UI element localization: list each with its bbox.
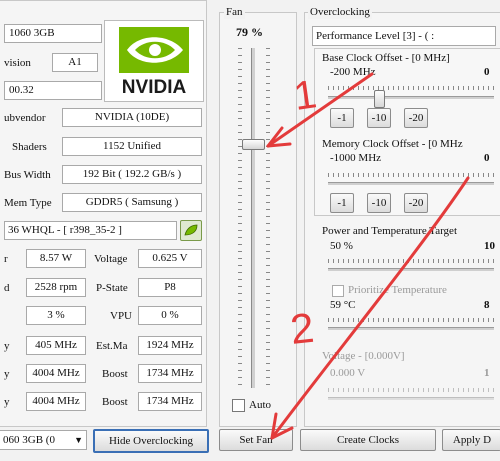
annotation-arrow-1 — [266, 72, 374, 148]
annotation-overlay: 1 2 — [266, 72, 470, 440]
annotation-mark-2: 2 — [288, 304, 316, 353]
annotation-mark-1: 1 — [291, 72, 319, 119]
